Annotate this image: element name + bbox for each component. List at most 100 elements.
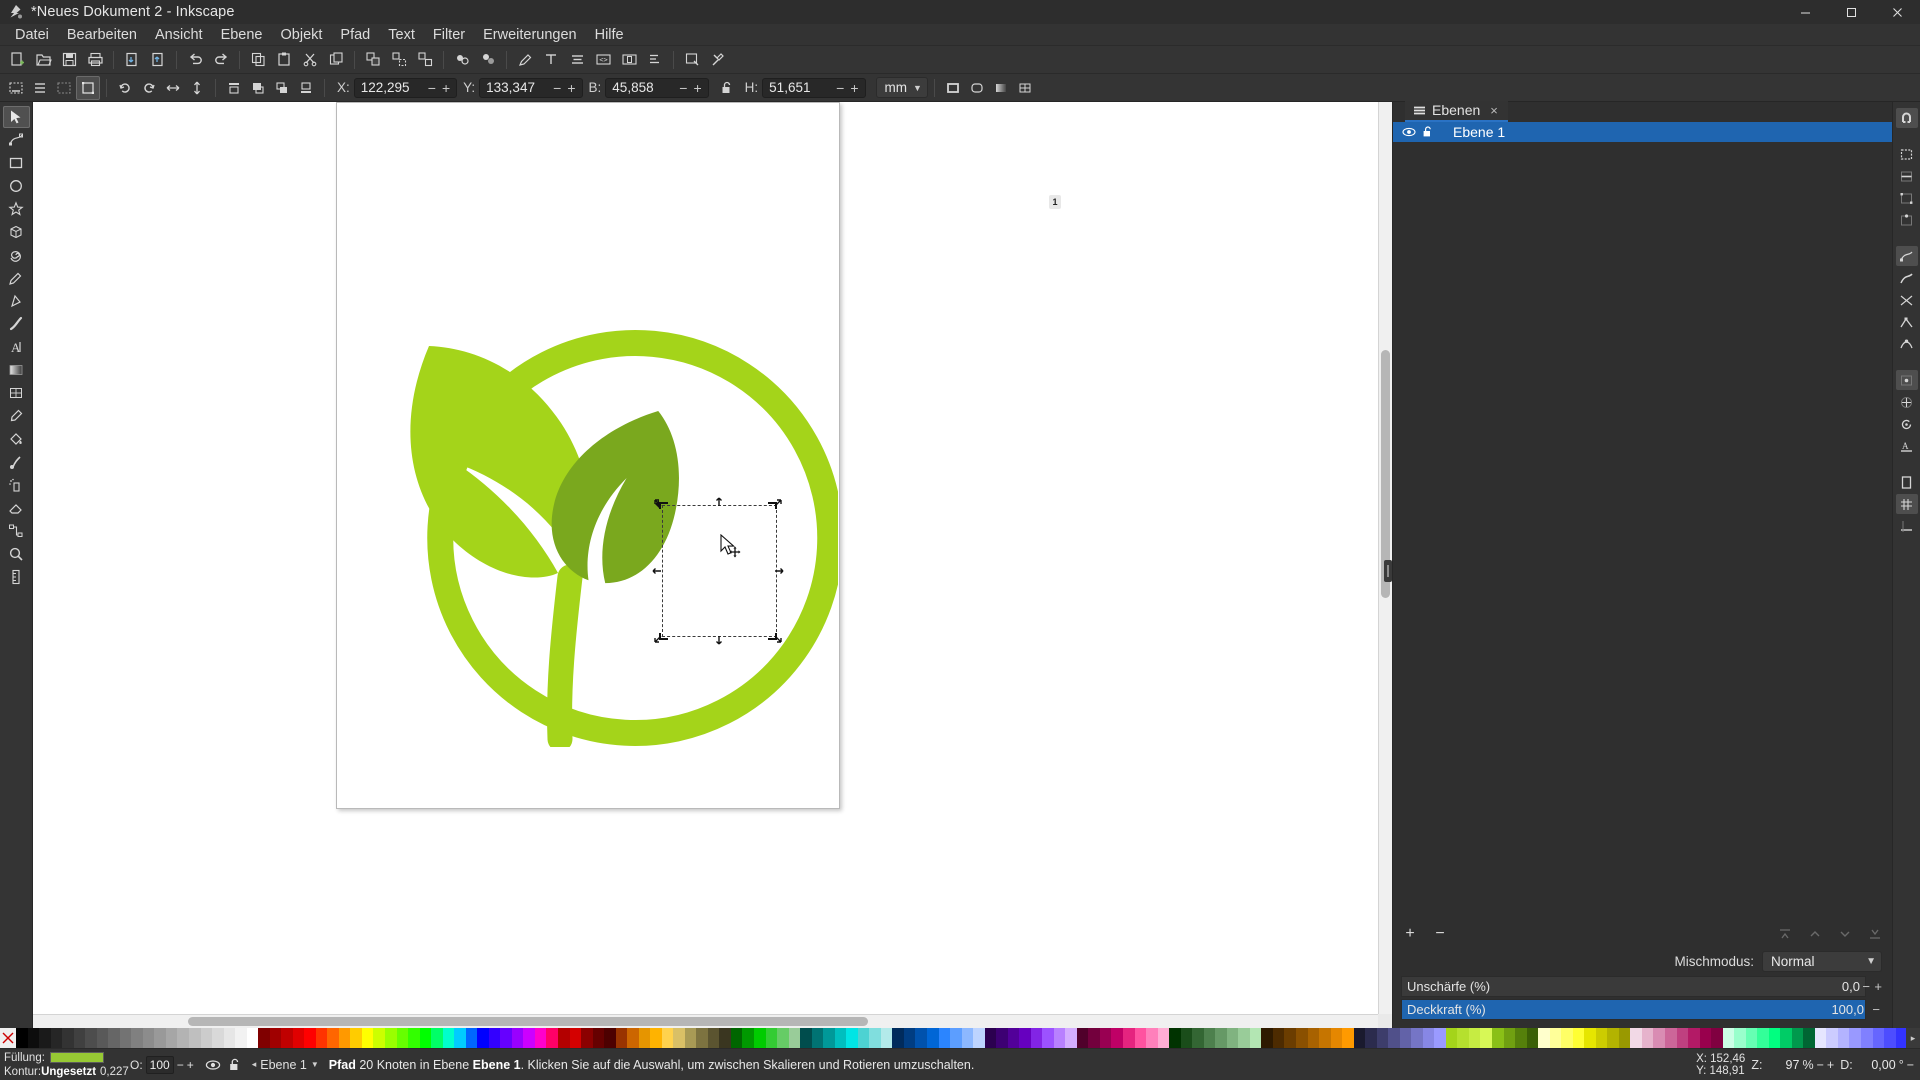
mesh-gradient-tool[interactable]	[3, 382, 30, 404]
spray-tool[interactable]	[3, 474, 30, 496]
palette-swatch[interactable]	[235, 1028, 247, 1048]
palette-swatch[interactable]	[1722, 1028, 1735, 1048]
palette-swatch[interactable]	[1814, 1028, 1827, 1048]
rectangle-tool[interactable]	[3, 152, 30, 174]
width-decrement[interactable]: −	[676, 81, 690, 95]
x-spinbox[interactable]: − +	[353, 77, 458, 98]
blur-slider-row[interactable]: Unschärfe (%) 0,0 − +	[1401, 976, 1884, 997]
palette-swatch[interactable]	[673, 1028, 685, 1048]
palette-swatch[interactable]	[903, 1028, 916, 1048]
layer-row[interactable]: Ebene 1	[1393, 122, 1892, 142]
rotate-ccw-button[interactable]	[113, 76, 137, 100]
maximize-button[interactable]	[1828, 0, 1874, 24]
palette-more-arrow[interactable]: ▸	[1906, 1028, 1920, 1048]
palette-swatch[interactable]	[1768, 1028, 1781, 1048]
unlock-icon[interactable]	[1418, 125, 1437, 139]
align-lines-icon[interactable]	[564, 47, 590, 73]
palette-swatch[interactable]	[488, 1028, 501, 1048]
layer-lock-toggle[interactable]	[224, 1054, 246, 1076]
palette-swatch[interactable]	[1065, 1028, 1077, 1048]
palette-swatch[interactable]	[777, 1028, 789, 1048]
palette-swatch[interactable]	[1572, 1028, 1585, 1048]
units-dropdown[interactable]: mm ▼	[875, 77, 928, 98]
add-layer-button[interactable]: +	[1401, 925, 1419, 943]
palette-swatch[interactable]	[1688, 1028, 1700, 1048]
palette-swatch[interactable]	[765, 1028, 778, 1048]
canvas-area[interactable]	[33, 102, 1392, 1028]
text-icon[interactable]	[538, 47, 564, 73]
lock-aspect-ratio-icon[interactable]	[715, 76, 739, 100]
palette-swatch[interactable]	[1169, 1028, 1181, 1048]
palette-swatch[interactable]	[719, 1028, 731, 1048]
palette-swatch[interactable]	[857, 1028, 870, 1048]
palette-none-swatch[interactable]	[0, 1028, 16, 1048]
node-tool[interactable]	[3, 129, 30, 151]
y-increment[interactable]: +	[564, 81, 578, 95]
palette-swatch[interactable]	[1872, 1028, 1885, 1048]
palette-swatch[interactable]	[1561, 1028, 1573, 1048]
zoom-control[interactable]: Z: % − +	[1751, 1057, 1834, 1072]
menu-ansicht[interactable]: Ansicht	[146, 24, 212, 46]
palette-swatch[interactable]	[638, 1028, 651, 1048]
y-decrement[interactable]: −	[550, 81, 564, 95]
palette-swatch[interactable]	[742, 1028, 754, 1048]
eye-icon[interactable]	[1399, 125, 1418, 139]
text-tool[interactable]: A	[3, 336, 30, 358]
palette-swatch[interactable]	[984, 1028, 997, 1048]
palette-swatch[interactable]	[834, 1028, 847, 1048]
menu-ebene[interactable]: Ebene	[212, 24, 272, 46]
measure-tool[interactable]	[3, 566, 30, 588]
palette-swatch[interactable]	[1468, 1028, 1481, 1048]
pen-icon[interactable]	[512, 47, 538, 73]
snap-smooth-nodes-icon[interactable]	[1896, 334, 1918, 354]
height-increment[interactable]: +	[847, 81, 861, 95]
eraser-tool[interactable]	[3, 497, 30, 519]
palette-swatch[interactable]	[1699, 1028, 1712, 1048]
palette-swatch[interactable]	[73, 1028, 86, 1048]
palette-swatch[interactable]	[1837, 1028, 1850, 1048]
ellipse-tool[interactable]	[3, 175, 30, 197]
flip-vertical-button[interactable]	[185, 76, 209, 100]
palette-swatch[interactable]	[50, 1028, 63, 1048]
palette-swatch[interactable]	[16, 1028, 28, 1048]
palette-swatch[interactable]	[465, 1028, 478, 1048]
palette-swatch[interactable]	[534, 1028, 547, 1048]
menu-pfad[interactable]: Pfad	[331, 24, 379, 46]
palette-swatch[interactable]	[1884, 1028, 1896, 1048]
palette-swatch[interactable]	[200, 1028, 213, 1048]
palette-swatch[interactable]	[258, 1028, 270, 1048]
palette-swatch[interactable]	[1711, 1028, 1723, 1048]
width-increment[interactable]: +	[690, 81, 704, 95]
palette-swatch[interactable]	[1215, 1028, 1227, 1048]
height-spinbox[interactable]: − +	[762, 77, 866, 98]
menu-objekt[interactable]: Objekt	[272, 24, 332, 46]
fill-swatch[interactable]	[50, 1052, 104, 1063]
menu-erweiterungen[interactable]: Erweiterungen	[474, 24, 586, 46]
palette-swatch[interactable]	[1457, 1028, 1469, 1048]
palette-swatch[interactable]	[431, 1028, 443, 1048]
palette-swatch[interactable]	[246, 1028, 259, 1048]
dock-collapse-handle[interactable]	[1384, 560, 1392, 582]
palette-swatch[interactable]	[846, 1028, 858, 1048]
palette-swatch[interactable]	[1515, 1028, 1527, 1048]
palette-swatch[interactable]	[1123, 1028, 1135, 1048]
snap-page-border-icon[interactable]	[1896, 472, 1918, 492]
snap-object-centers-icon[interactable]	[1896, 392, 1918, 412]
rotation-decrement[interactable]: −	[1907, 1058, 1914, 1072]
palette-swatch[interactable]	[1353, 1028, 1366, 1048]
palette-swatch[interactable]	[823, 1028, 835, 1048]
palette-swatch[interactable]	[1295, 1028, 1308, 1048]
palette-swatch[interactable]	[1284, 1028, 1296, 1048]
palette-swatch[interactable]	[188, 1028, 201, 1048]
object-props-icon[interactable]	[475, 47, 501, 73]
palette-swatch[interactable]	[1676, 1028, 1689, 1048]
palette-swatch[interactable]	[1538, 1028, 1550, 1048]
palette-swatch[interactable]	[477, 1028, 489, 1048]
palette-swatch[interactable]	[996, 1028, 1008, 1048]
palette-swatch[interactable]	[1861, 1028, 1873, 1048]
palette-swatch[interactable]	[1203, 1028, 1216, 1048]
palette-swatch[interactable]	[869, 1028, 881, 1048]
fill-stroke-icon[interactable]	[449, 47, 475, 73]
palette-swatch[interactable]	[557, 1028, 570, 1048]
tab-ebenen[interactable]: Ebenen ×	[1405, 101, 1508, 122]
